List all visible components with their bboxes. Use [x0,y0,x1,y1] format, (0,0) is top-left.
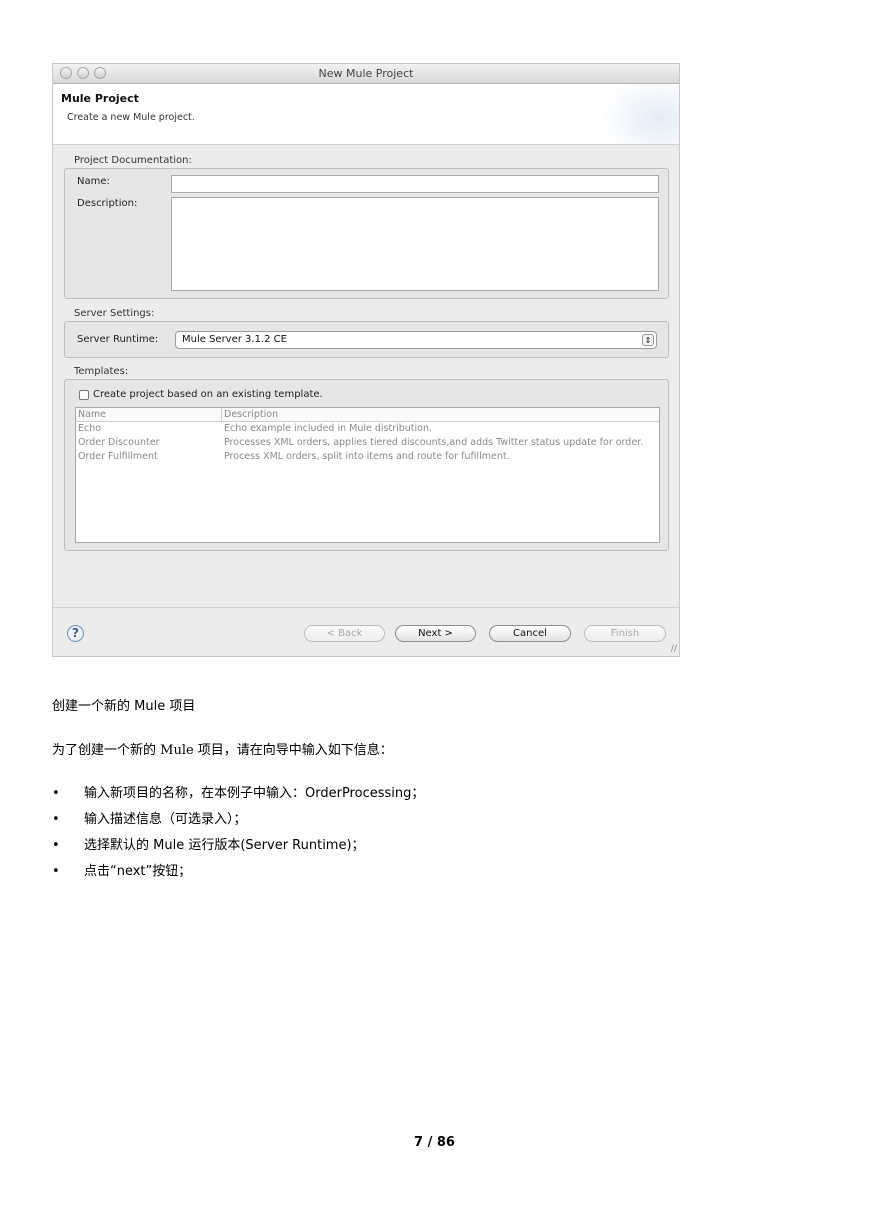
description-input[interactable] [171,197,659,291]
intro-paragraph: 为了创建一个新的 Mule 项目，请在向导中输入如下信息： [52,743,393,758]
template-description: Echo example included in Mule distributi… [224,423,433,434]
project-documentation-label: Project Documentation: [74,155,192,166]
bullet-icon: • [52,786,60,801]
cancel-button[interactable]: Cancel [489,625,571,642]
banner-decoration [599,84,679,144]
back-button[interactable]: < Back [304,625,385,642]
footer-divider [53,607,679,608]
template-name: Echo [78,423,102,434]
bullet-icon: • [52,864,60,879]
server-runtime-select[interactable]: Mule Server 3.1.2 CE ⇕ [175,331,657,349]
name-label: Name: [77,176,110,187]
list-item-text: 点击“next”按钮； [84,864,192,879]
wizard-subtitle: Create a new Mule project. [67,112,195,123]
list-item-text: 输入新项目的名称，在本例子中输入：OrderProcessing； [84,786,425,801]
updown-arrow-icon: ⇕ [642,334,654,346]
section-heading: 创建一个新的 Mule 项目 [52,699,196,714]
resize-grip-icon[interactable]: ∕∕ [671,644,677,654]
server-settings-label: Server Settings: [74,308,155,319]
next-button[interactable]: Next > [395,625,476,642]
templates-table-header: Name Description [76,408,659,422]
list-item-text: 输入描述信息（可选录入）； [84,812,247,827]
templates-group: Create project based on an existing temp… [64,379,669,551]
template-checkbox-label: Create project based on an existing temp… [93,389,323,400]
project-documentation-group: Name: Description: [64,168,669,299]
bullet-icon: • [52,838,60,853]
window-titlebar: New Mule Project [53,64,679,84]
template-name: Order Fulfillment [78,451,158,462]
column-header-description[interactable]: Description [224,409,278,420]
description-label: Description: [77,198,138,209]
window-title: New Mule Project [318,67,414,80]
templates-table: Name Description Echo Echo example inclu… [75,407,660,543]
column-header-name[interactable]: Name [78,409,106,420]
wizard-title: Mule Project [61,92,139,105]
column-divider [221,408,222,421]
finish-button[interactable]: Finish [584,625,666,642]
name-input[interactable] [171,175,659,193]
list-item-text: 选择默认的 Mule 运行版本(Server Runtime)； [84,838,365,853]
template-description: Process XML orders, split into items and… [224,451,510,462]
new-mule-project-dialog: New Mule Project Mule Project Create a n… [52,63,680,657]
bullet-icon: • [52,812,60,827]
template-name: Order Discounter [78,437,160,448]
server-runtime-label: Server Runtime: [77,334,159,345]
server-settings-group: Server Runtime: Mule Server 3.1.2 CE ⇕ [64,321,669,358]
help-icon[interactable]: ? [67,625,84,642]
template-description: Processes XML orders, applies tiered dis… [224,437,644,448]
server-runtime-value: Mule Server 3.1.2 CE [182,334,287,345]
template-checkbox[interactable] [79,390,89,400]
wizard-banner: Mule Project Create a new Mule project. [53,84,679,145]
page-number: 7 / 86 [414,1135,455,1150]
templates-label: Templates: [74,366,129,377]
